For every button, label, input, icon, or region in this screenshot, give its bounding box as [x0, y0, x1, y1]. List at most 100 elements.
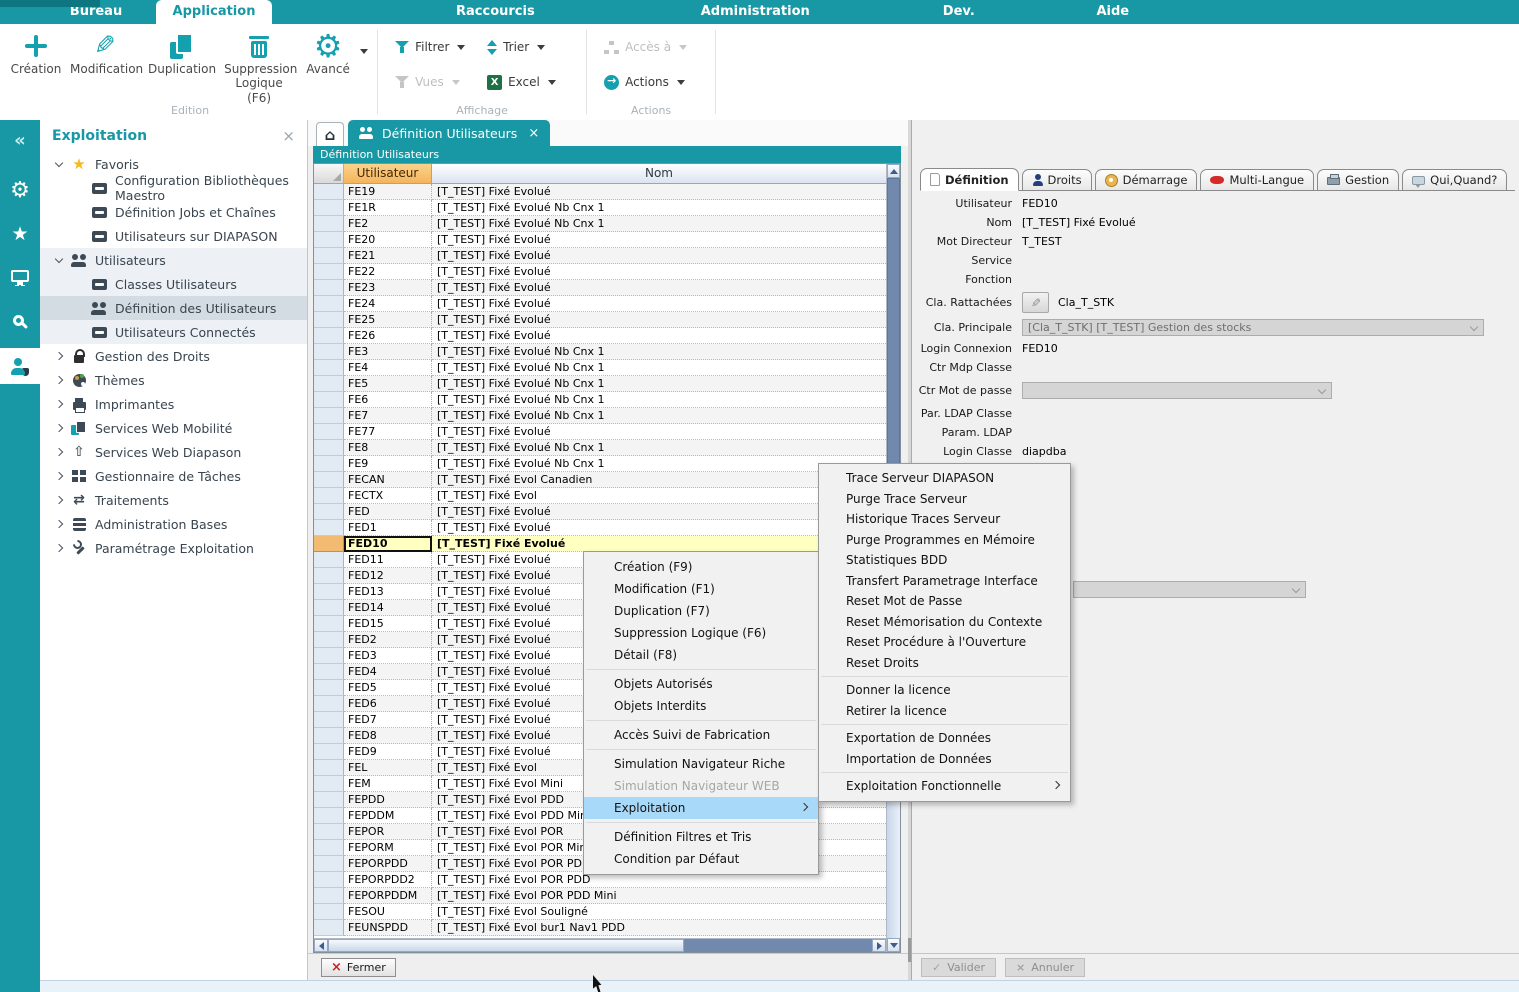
name-cell[interactable]: [T_TEST] Fixé Evolué	[432, 296, 886, 312]
name-cell[interactable]: [T_TEST] Fixé Evolué Nb Cnx 1	[432, 392, 886, 408]
row-selector-cell[interactable]	[314, 280, 344, 296]
user-cell[interactable]: FED4	[344, 664, 432, 680]
tab-droits[interactable]: Droits	[1022, 169, 1092, 190]
row-selector-cell[interactable]	[314, 440, 344, 456]
suppression-logique-f6-button[interactable]: Suppression Logique (F6)	[220, 24, 298, 105]
name-cell[interactable]: [T_TEST] Fixé Evolué	[432, 232, 886, 248]
column-header-utilisateur[interactable]: Utilisateur	[344, 164, 432, 184]
tab-qui-quand[interactable]: Qui,Quand?	[1402, 169, 1507, 190]
trier-button[interactable]: Trier	[487, 32, 571, 62]
column-header-nom[interactable]: Nom	[432, 164, 886, 184]
user-cell[interactable]: FED13	[344, 584, 432, 600]
user-cell[interactable]: FED	[344, 504, 432, 520]
valider-button[interactable]: ✓Valider	[921, 958, 996, 977]
menu-tab-dev[interactable]: Dev.	[930, 0, 988, 24]
table-row[interactable]: FESOU[T_TEST] Fixé Evol Souligné	[314, 904, 886, 920]
table-row[interactable]: FE21[T_TEST] Fixé Evolué	[314, 248, 886, 264]
row-selector-cell[interactable]	[314, 472, 344, 488]
menu-item-transfert-parametrage-interface[interactable]: Transfert Parametrage Interface	[819, 571, 1070, 592]
user-cell[interactable]: FE5	[344, 376, 432, 392]
name-cell[interactable]: [T_TEST] Fixé Evol Souligné	[432, 904, 886, 920]
user-cell[interactable]: FECTX	[344, 488, 432, 504]
tree-chevron[interactable]	[50, 473, 68, 479]
row-selector-cell[interactable]	[314, 344, 344, 360]
user-cell[interactable]: FEPDD	[344, 792, 432, 808]
tree-chevron[interactable]	[50, 259, 68, 262]
user-cell[interactable]: FE20	[344, 232, 432, 248]
scroll-down-button[interactable]	[887, 938, 900, 952]
table-row-selected[interactable]: FED10[T_TEST] Fixé Evolué	[314, 536, 886, 552]
menu-tab-raccourcis[interactable]: Raccourcis	[448, 0, 543, 24]
table-row[interactable]: FED[T_TEST] Fixé Evolué	[314, 504, 886, 520]
row-selector-cell[interactable]	[314, 616, 344, 632]
user-cell[interactable]: FED15	[344, 616, 432, 632]
user-cell[interactable]: FED1	[344, 520, 432, 536]
row-selector-cell[interactable]	[314, 632, 344, 648]
user-cell[interactable]: FEPOR	[344, 824, 432, 840]
name-cell[interactable]: [T_TEST] Fixé Evolué	[432, 328, 886, 344]
table-row[interactable]: FE8[T_TEST] Fixé Evolué Nb Cnx 1	[314, 440, 886, 456]
row-selector-cell[interactable]	[314, 568, 344, 584]
user-cell[interactable]: FE25	[344, 312, 432, 328]
menu-item-duplication-f7[interactable]: Duplication (F7)	[584, 600, 818, 622]
name-cell[interactable]: [T_TEST] Fixé Evolué Nb Cnx 1	[432, 200, 886, 216]
row-selector-cell[interactable]	[314, 664, 344, 680]
row-selector-cell[interactable]	[314, 712, 344, 728]
row-selector-cell[interactable]	[314, 552, 344, 568]
menu-tab-administration[interactable]: Administration	[693, 0, 818, 24]
menu-item-d-finition-filtres-et-tris[interactable]: Définition Filtres et Tris	[584, 826, 818, 848]
name-cell[interactable]: [T_TEST] Fixé Evolué Nb Cnx 1	[432, 344, 886, 360]
sidebar-item-utilisateurs-sur-diapason[interactable]: Utilisateurs sur DIAPASON	[40, 224, 307, 248]
table-row[interactable]: FE4[T_TEST] Fixé Evolué Nb Cnx 1	[314, 360, 886, 376]
row-selector-cell[interactable]	[314, 424, 344, 440]
rail-item-star[interactable]	[0, 216, 40, 252]
row-selector-cell[interactable]	[314, 264, 344, 280]
sidebar-item-configuration-biblioth-ques-maestro[interactable]: Configuration Bibliothèques Maestro	[40, 176, 307, 200]
actions-button[interactable]: Actions	[604, 67, 700, 97]
stray-combo[interactable]	[1073, 581, 1306, 598]
table-row[interactable]: FE77[T_TEST] Fixé Evolué	[314, 424, 886, 440]
row-selector-cell[interactable]	[314, 520, 344, 536]
table-row[interactable]: FEPORPDDM[T_TEST] Fixé Evol POR PDD Mini	[314, 888, 886, 904]
user-cell[interactable]: FEUNSPDD	[344, 920, 432, 936]
tree-chevron[interactable]	[50, 449, 68, 455]
menu-item-modification-f1[interactable]: Modification (F1)	[584, 578, 818, 600]
name-cell[interactable]: [T_TEST] Fixé Evolué Nb Cnx 1	[432, 360, 886, 376]
row-selector-cell[interactable]	[314, 792, 344, 808]
avance-dropdown[interactable]	[358, 24, 374, 73]
user-cell[interactable]: FED6	[344, 696, 432, 712]
row-selector-cell[interactable]	[314, 376, 344, 392]
sidebar-item-th-mes[interactable]: Thèmes	[40, 368, 307, 392]
user-cell[interactable]: FE22	[344, 264, 432, 280]
name-cell[interactable]: [T_TEST] Fixé Evol bur1 Nav1 PDD	[432, 920, 886, 936]
menu-item-reset-droits[interactable]: Reset Droits	[819, 653, 1070, 674]
home-tab[interactable]	[316, 122, 344, 146]
rail-item-user-shield[interactable]	[0, 348, 40, 384]
table-row[interactable]: FE1R[T_TEST] Fixé Evolué Nb Cnx 1	[314, 200, 886, 216]
user-cell[interactable]: FESOU	[344, 904, 432, 920]
row-selector-cell[interactable]	[314, 776, 344, 792]
sidebar-item-administration-bases[interactable]: Administration Bases	[40, 512, 307, 536]
rail-item-gear[interactable]	[0, 172, 40, 208]
sidebar-item-gestionnaire-de-t-ches[interactable]: Gestionnaire de Tâches	[40, 464, 307, 488]
tab-gestion[interactable]: Gestion	[1317, 169, 1399, 190]
user-cell[interactable]: FEL	[344, 760, 432, 776]
tab-definition-utilisateurs[interactable]: Définition Utilisateurs ×	[348, 120, 550, 146]
user-cell[interactable]: FE21	[344, 248, 432, 264]
table-row[interactable]: FE22[T_TEST] Fixé Evolué	[314, 264, 886, 280]
menu-item-objets-interdits[interactable]: Objets Interdits	[584, 695, 818, 717]
menu-item-simulation-navigateur-riche[interactable]: Simulation Navigateur Riche	[584, 753, 818, 775]
user-cell[interactable]: FED7	[344, 712, 432, 728]
user-cell[interactable]: FE4	[344, 360, 432, 376]
tree-chevron[interactable]	[50, 163, 68, 166]
sidebar-item-d-finition-jobs-et-cha-nes[interactable]: Définition Jobs et Chaînes	[40, 200, 307, 224]
menu-item-reset-mot-de-passe[interactable]: Reset Mot de Passe	[819, 591, 1070, 612]
menu-item-purge-trace-serveur[interactable]: Purge Trace Serveur	[819, 489, 1070, 510]
table-row[interactable]: FE6[T_TEST] Fixé Evolué Nb Cnx 1	[314, 392, 886, 408]
table-row[interactable]: FE7[T_TEST] Fixé Evolué Nb Cnx 1	[314, 408, 886, 424]
row-selector-cell[interactable]	[314, 328, 344, 344]
menu-item-historique-traces-serveur[interactable]: Historique Traces Serveur	[819, 509, 1070, 530]
tab-d-finition[interactable]: Définition	[920, 168, 1019, 191]
menu-item-importation-de-donn-es[interactable]: Importation de Données	[819, 749, 1070, 770]
sidebar-item-param-trage-exploitation[interactable]: Paramétrage Exploitation	[40, 536, 307, 560]
